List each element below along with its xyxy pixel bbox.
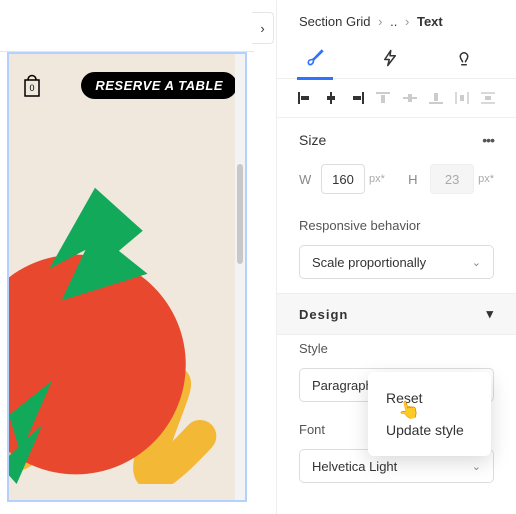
- chevron-right-icon: ›: [260, 21, 264, 36]
- design-title: Design: [299, 307, 348, 322]
- style-options-popover: Reset Update style: [368, 372, 491, 456]
- height-input: [430, 164, 474, 194]
- editor-canvas: 0 RESERVE A TABLE: [0, 0, 254, 514]
- size-section-head: Size •••: [277, 118, 516, 156]
- chevron-right-icon: ›: [401, 14, 413, 29]
- more-icon[interactable]: •••: [482, 132, 494, 148]
- tab-ideas[interactable]: [455, 37, 473, 79]
- responsive-value: Scale proportionally: [312, 255, 426, 270]
- canvas-stage[interactable]: 0 RESERVE A TABLE: [7, 52, 247, 502]
- style-label: Style: [277, 335, 516, 362]
- chevron-down-icon: ⌄: [472, 256, 481, 269]
- panel-tabs: [277, 37, 516, 79]
- reset-option[interactable]: Reset: [368, 382, 491, 414]
- design-accordion[interactable]: Design ▾: [277, 293, 516, 335]
- brush-icon: [305, 48, 325, 68]
- update-style-option[interactable]: Update style: [368, 414, 491, 446]
- align-center-icon[interactable]: [323, 91, 339, 105]
- panel-toggle-button[interactable]: ›: [252, 12, 274, 44]
- caret-down-icon: ▾: [486, 306, 494, 322]
- tab-style[interactable]: [305, 37, 325, 79]
- height-label: H: [408, 172, 422, 187]
- lightning-icon: [381, 49, 399, 67]
- align-top-icon[interactable]: [375, 91, 391, 105]
- style-value: Paragraph: [312, 378, 373, 393]
- width-unit: px*: [369, 173, 385, 185]
- canvas-header-spacer: [0, 0, 254, 52]
- align-toolbar: [277, 79, 516, 118]
- align-left-icon[interactable]: [297, 91, 313, 105]
- canvas-scrollbar[interactable]: [235, 54, 245, 500]
- scrollbar-thumb[interactable]: [237, 164, 243, 264]
- responsive-select[interactable]: Scale proportionally ⌄: [299, 245, 494, 279]
- breadcrumb-current: Text: [417, 14, 443, 29]
- size-title: Size: [299, 132, 326, 148]
- align-right-icon[interactable]: [349, 91, 365, 105]
- width-label: W: [299, 172, 313, 187]
- distribute-h-icon[interactable]: [454, 91, 470, 105]
- tomato-illustration: [9, 54, 245, 484]
- width-input[interactable]: [321, 164, 365, 194]
- font-value: Helvetica Light: [312, 459, 397, 474]
- height-unit: px*: [478, 173, 494, 185]
- align-v-center-icon[interactable]: [402, 91, 418, 105]
- size-row: W px* H px*: [277, 156, 516, 212]
- chevron-right-icon: ›: [374, 14, 386, 29]
- lightbulb-icon: [455, 49, 473, 67]
- breadcrumb-root[interactable]: Section Grid: [299, 14, 371, 29]
- chevron-down-icon: ⌄: [472, 460, 481, 473]
- breadcrumb-mid[interactable]: ..: [390, 14, 397, 29]
- breadcrumb[interactable]: Section Grid › .. › Text: [277, 0, 516, 37]
- responsive-label: Responsive behavior: [277, 212, 516, 239]
- tab-actions[interactable]: [381, 37, 399, 79]
- align-bottom-icon[interactable]: [428, 91, 444, 105]
- distribute-v-icon[interactable]: [480, 91, 496, 105]
